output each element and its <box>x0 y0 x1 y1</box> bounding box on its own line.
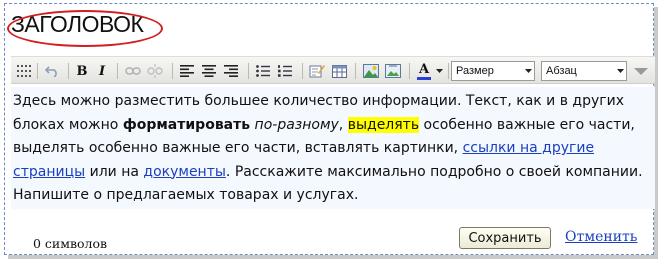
toolbar-separator <box>355 63 356 79</box>
editor-frame: ЗАГОЛОВОК B I A Размер Абзац Здесь можно… <box>4 3 655 255</box>
edit-source-icon[interactable] <box>307 61 327 81</box>
chevron-down-icon <box>522 62 534 80</box>
toolbar-separator <box>117 63 118 79</box>
format-select-value: Абзац <box>546 65 577 77</box>
toolbar-separator <box>302 63 303 79</box>
numbered-list-icon[interactable] <box>275 61 295 81</box>
character-counter: 0 символов <box>33 236 108 251</box>
highlighted-text: выделять <box>347 116 420 133</box>
table-icon[interactable] <box>329 61 349 81</box>
frame-shadow-bottom <box>8 255 658 259</box>
toolbar-separator <box>448 63 449 79</box>
format-select[interactable]: Абзац <box>541 61 627 81</box>
font-color-button[interactable]: A <box>414 61 434 81</box>
font-color-letter: A <box>418 61 430 77</box>
font-size-select[interactable]: Размер <box>451 61 535 81</box>
bold-button[interactable]: B <box>73 61 91 81</box>
align-right-icon[interactable] <box>221 61 241 81</box>
show-blocks-icon[interactable] <box>15 61 33 81</box>
editor-toolbar: B I A Размер Абзац <box>11 56 655 84</box>
toolbar-separator <box>409 63 410 79</box>
image-icon[interactable] <box>361 61 381 81</box>
bold-text: форматировать <box>122 116 251 133</box>
link-documents[interactable]: документы <box>143 164 226 180</box>
content-text: , <box>338 116 348 133</box>
unlink-icon[interactable] <box>145 61 165 81</box>
toolbar-separator <box>248 63 249 79</box>
font-color-bar <box>417 76 431 80</box>
link-icon[interactable] <box>123 61 143 81</box>
chevron-down-icon[interactable] <box>434 61 444 81</box>
align-left-icon[interactable] <box>177 61 197 81</box>
content-text: или на <box>85 163 144 180</box>
heading-highlight-oval <box>7 10 163 47</box>
content-paragraph: Здесь можно разместить большее количеств… <box>13 90 655 208</box>
italic-text: по-разному <box>254 116 339 133</box>
cancel-link[interactable]: Отменить <box>565 229 637 245</box>
align-center-icon[interactable] <box>199 61 219 81</box>
editor-content[interactable]: Здесь можно разместить большее количеств… <box>11 87 655 209</box>
toolbar-separator <box>172 63 173 79</box>
bulleted-list-icon[interactable] <box>253 61 273 81</box>
toolbar-separator <box>68 63 69 79</box>
font-size-select-value: Размер <box>456 65 494 77</box>
collapse-toolbar-icon[interactable] <box>631 61 651 81</box>
italic-button[interactable]: I <box>93 61 111 81</box>
toolbar-separator <box>37 63 38 79</box>
chevron-down-icon <box>614 62 626 80</box>
image-icon[interactable] <box>383 61 403 81</box>
undo-icon[interactable] <box>42 61 62 81</box>
save-button[interactable]: Сохранить <box>459 227 551 249</box>
